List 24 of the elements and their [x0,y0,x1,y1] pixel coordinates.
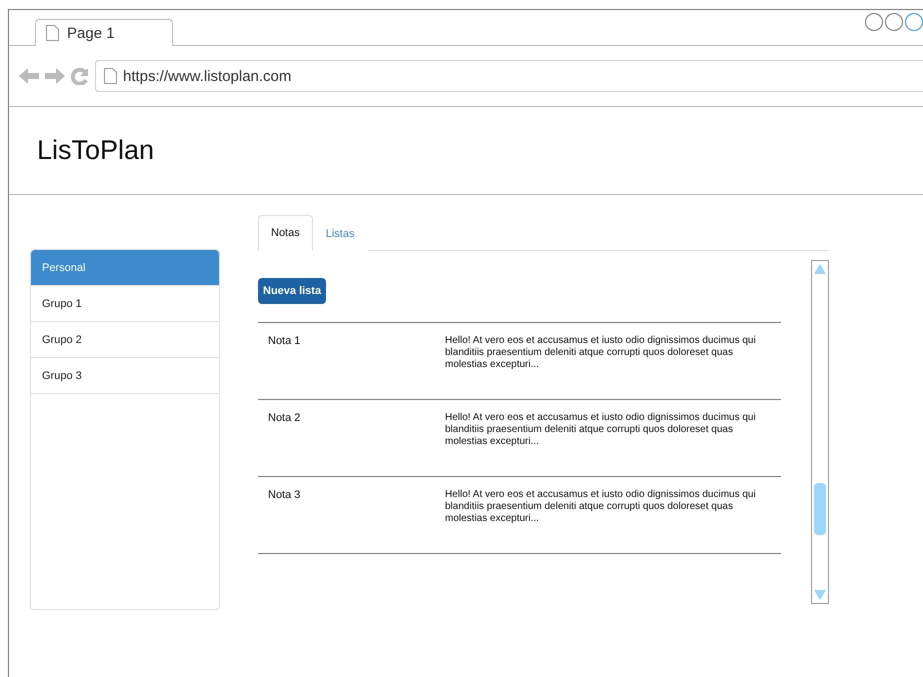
note-title: Nota 2 [268,412,302,426]
page-icon [104,68,117,84]
reload-icon[interactable] [71,67,89,85]
new-list-button[interactable]: Nueva lista [258,278,326,304]
browser-tab[interactable]: Page 1 [35,19,173,46]
site-title: LisToPlan [37,135,154,166]
note-text: Hello! At vero eos et accusamus et iusto odio dignissimos ducimus qui blanditiis praesentium deleniti atque corrupti quos doloreset quas molestias excepturi... [445,412,757,449]
tab[interactable]: Notas [258,215,313,251]
note-title: Nota 1 [268,335,302,349]
window-control-icon[interactable] [905,13,923,31]
forward-icon[interactable] [45,67,65,85]
scroll-down-icon[interactable] [814,590,826,600]
note-text: Hello! At vero eos et accusamus et iusto odio dignissimos ducimus qui blanditiis praesentium deleniti atque corrupti quos doloreset quas molestias excepturi... [445,335,757,372]
address-bar[interactable]: https://www.listoplan.com [95,60,923,92]
note-title: Nota 3 [268,489,302,503]
sidebar-item[interactable]: Personal [31,250,219,286]
scroll-thumb[interactable] [814,483,826,535]
back-icon[interactable] [19,67,39,85]
scroll-up-icon[interactable] [814,264,826,274]
scrollbar[interactable] [811,260,829,604]
window-control-icon[interactable] [885,13,903,31]
page-icon [46,25,59,41]
window-control-icon[interactable] [865,13,883,31]
note-text: Hello! At vero eos et accusamus et iusto odio dignissimos ducimus qui blanditiis praesentium deleniti atque corrupti quos doloreset quas molestias excepturi... [445,489,757,526]
